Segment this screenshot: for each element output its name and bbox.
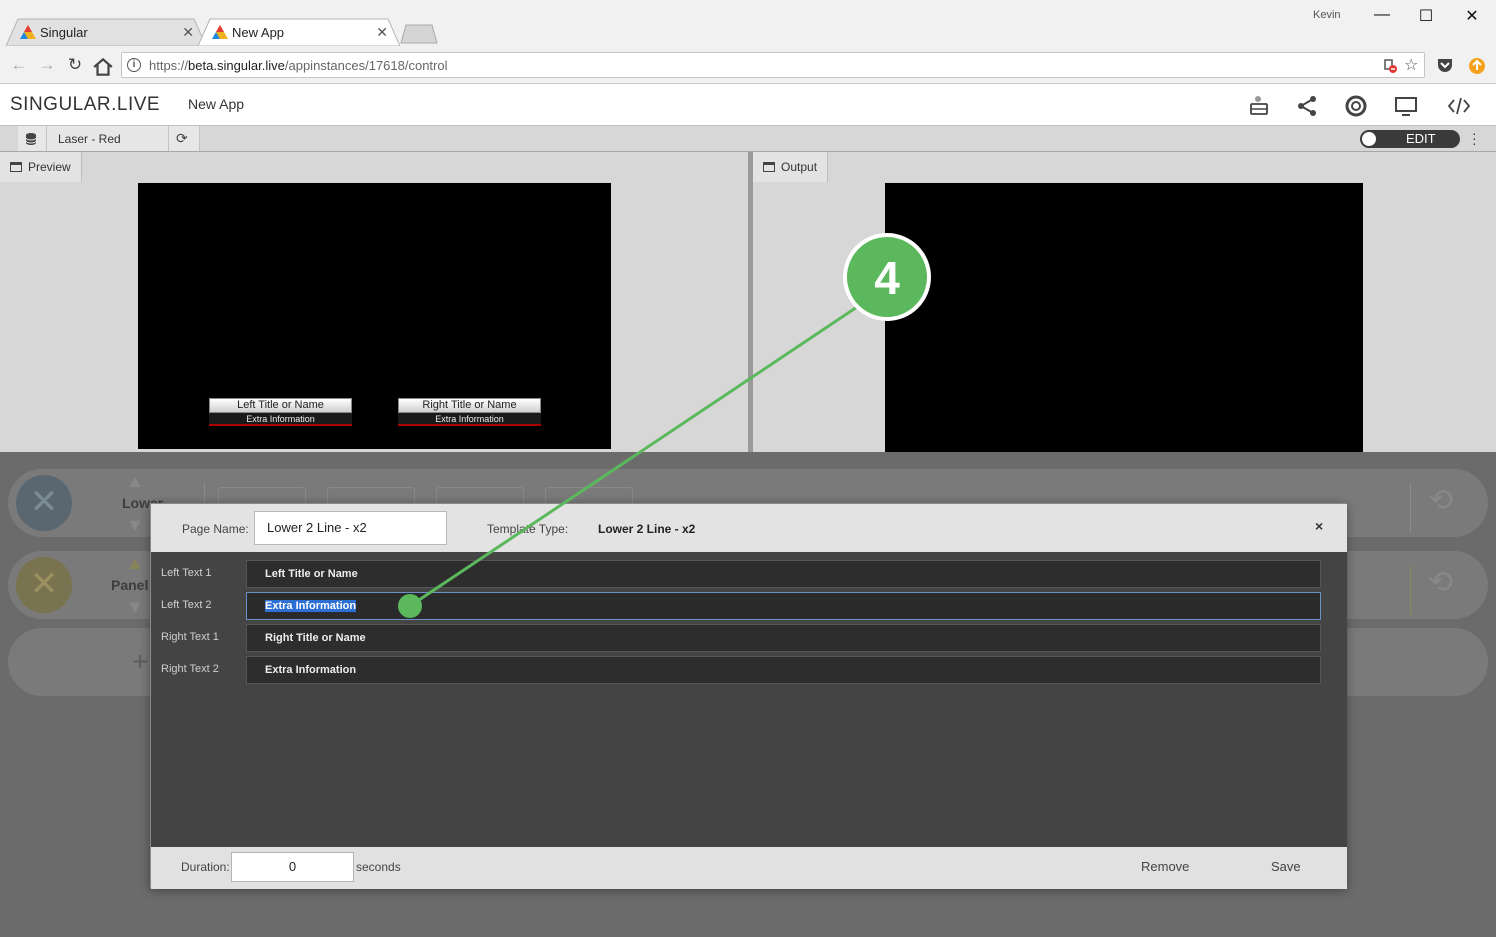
singular-logo-icon: [20, 25, 36, 39]
home-icon[interactable]: [92, 56, 114, 78]
new-tab-button[interactable]: [400, 24, 438, 44]
field-row-right-text-2: Right Text 2 Extra Information: [151, 656, 1347, 684]
left-text-2-input[interactable]: Extra Information: [246, 592, 1321, 620]
close-tab-icon[interactable]: ✕: [182, 24, 194, 41]
url-input[interactable]: i https://beta.singular.live/appinstance…: [121, 52, 1425, 78]
preview-right-sub: Extra Information: [398, 413, 541, 426]
code-icon[interactable]: [1447, 94, 1471, 118]
app-title: New App: [188, 96, 245, 112]
more-options-icon[interactable]: · · ·: [1472, 126, 1477, 150]
field-label: Left Text 1: [161, 567, 212, 579]
close-icon[interactable]: ×: [1315, 518, 1323, 534]
template-type-value: Lower 2 Line - x2: [598, 522, 696, 536]
info-icon[interactable]: i: [127, 58, 141, 72]
add-icon[interactable]: +: [132, 646, 148, 678]
url-path: /appinstances/17618/control: [284, 58, 448, 73]
window-icon: [10, 162, 22, 172]
right-text-1-input[interactable]: Right Title or Name: [246, 624, 1321, 652]
preview-left-title: Left Title or Name: [209, 398, 352, 413]
field-label: Left Text 2: [161, 599, 212, 611]
output-tab[interactable]: Output: [753, 152, 829, 182]
field-label: Right Text 2: [161, 663, 219, 675]
browser-tab-label: Singular: [40, 24, 88, 40]
pocket-icon[interactable]: [1436, 56, 1454, 74]
preview-left-sub: Extra Information: [209, 413, 352, 426]
forward-icon[interactable]: →: [36, 54, 58, 76]
edit-label: EDIT: [1406, 131, 1436, 146]
close-icon: ✕: [29, 483, 59, 521]
theme-label: Laser - Red: [58, 132, 121, 146]
save-button[interactable]: Save: [1271, 859, 1301, 874]
field-row-left-text-2: Left Text 2 Extra Information: [151, 592, 1347, 620]
control-toolbar: Laser - Red ⟳ EDIT · · ·: [0, 126, 1496, 152]
window-icon: [763, 162, 775, 172]
down-arrow-icon[interactable]: ▼: [126, 597, 144, 618]
cancel-circle[interactable]: ✕: [16, 475, 72, 531]
up-arrow-icon[interactable]: ▲: [126, 553, 144, 574]
blocked-content-icon[interactable]: [1382, 58, 1398, 74]
back-icon[interactable]: ←: [8, 54, 30, 76]
remove-button[interactable]: Remove: [1141, 859, 1189, 874]
output-screen: [885, 183, 1363, 452]
down-arrow-icon[interactable]: ▼: [126, 515, 144, 536]
dialog-footer: Duration: 0 seconds Remove Save: [151, 847, 1347, 889]
preview-left-lower-third: Left Title or Name Extra Information: [209, 398, 352, 428]
close-icon: ✕: [29, 565, 59, 603]
url-scheme: https://: [149, 58, 189, 73]
browser-titlebar: Singular ✕ New App ✕ Kevin — ☐ ✕: [0, 0, 1496, 46]
field-label: Right Text 1: [161, 631, 219, 643]
address-bar: ← → ↻ i https://beta.singular.live/appin…: [0, 46, 1496, 84]
bookmark-star-icon[interactable]: ☆: [1404, 55, 1418, 75]
browser-tab-singular[interactable]: Singular ✕: [6, 18, 206, 46]
minimize-icon[interactable]: —: [1362, 6, 1402, 24]
maximize-icon[interactable]: ☐: [1406, 6, 1446, 26]
template-type-label: Template Type:: [487, 522, 569, 536]
loop-icon[interactable]: ⟲: [1428, 565, 1453, 600]
duration-label: Duration:: [181, 860, 230, 874]
dialog-header: Page Name: Lower 2 Line - x2 Template Ty…: [151, 504, 1347, 552]
browser-tab-label: New App: [232, 24, 285, 40]
preview-tab[interactable]: Preview: [0, 152, 82, 182]
duration-unit: seconds: [356, 860, 401, 874]
url-host: beta.singular.live: [188, 58, 285, 73]
loop-icon[interactable]: ⟲: [1428, 483, 1453, 518]
toggle-knob: [1362, 132, 1376, 146]
preview-right-lower-third: Right Title or Name Extra Information: [398, 398, 541, 428]
app-header: SINGULAR.LIVE New App: [0, 84, 1496, 126]
singular-logo-icon: [212, 25, 228, 39]
reload-icon[interactable]: ↻: [64, 54, 86, 76]
right-text-2-input[interactable]: Extra Information: [246, 656, 1321, 684]
field-row-left-text-1: Left Text 1 Left Title or Name: [151, 560, 1347, 588]
preview-output-area: Preview Left Title or Name Extra Informa…: [0, 152, 1496, 452]
update-icon[interactable]: [1468, 57, 1486, 75]
up-arrow-icon[interactable]: ▲: [126, 471, 144, 492]
theme-selector[interactable]: Laser - Red ⟳: [18, 126, 200, 151]
page-name-label: Page Name:: [182, 522, 249, 536]
selected-text: Extra Information: [265, 600, 357, 612]
duration-input[interactable]: 0: [231, 852, 354, 882]
preview-screen: Left Title or Name Extra Information Rig…: [138, 183, 611, 449]
edit-toggle[interactable]: EDIT: [1360, 130, 1460, 148]
refresh-icon[interactable]: ⟳: [176, 130, 188, 147]
user-storage-icon[interactable]: [1248, 94, 1272, 118]
dialog-fields: Left Text 1 Left Title or Name Left Text…: [151, 552, 1347, 847]
panel-splitter[interactable]: [748, 152, 753, 452]
monitor-icon[interactable]: [1394, 94, 1418, 118]
help-lifebuoy-icon[interactable]: [1344, 94, 1368, 118]
close-tab-icon[interactable]: ✕: [376, 24, 388, 41]
close-window-icon[interactable]: ✕: [1452, 6, 1492, 26]
database-icon: [25, 133, 37, 145]
brand-logo[interactable]: SINGULAR.LIVE: [10, 94, 160, 116]
browser-tab-new-app[interactable]: New App ✕: [198, 18, 400, 46]
page-name-input[interactable]: Lower 2 Line - x2: [254, 511, 447, 545]
cancel-circle[interactable]: ✕: [16, 557, 72, 613]
left-text-1-input[interactable]: Left Title or Name: [246, 560, 1321, 588]
field-row-right-text-1: Right Text 1 Right Title or Name: [151, 624, 1347, 652]
preview-right-title: Right Title or Name: [398, 398, 541, 413]
edit-page-dialog: Page Name: Lower 2 Line - x2 Template Ty…: [150, 503, 1347, 889]
row-label: Panel: [111, 577, 149, 593]
share-icon[interactable]: [1295, 94, 1319, 118]
profile-name[interactable]: Kevin: [1313, 9, 1341, 21]
